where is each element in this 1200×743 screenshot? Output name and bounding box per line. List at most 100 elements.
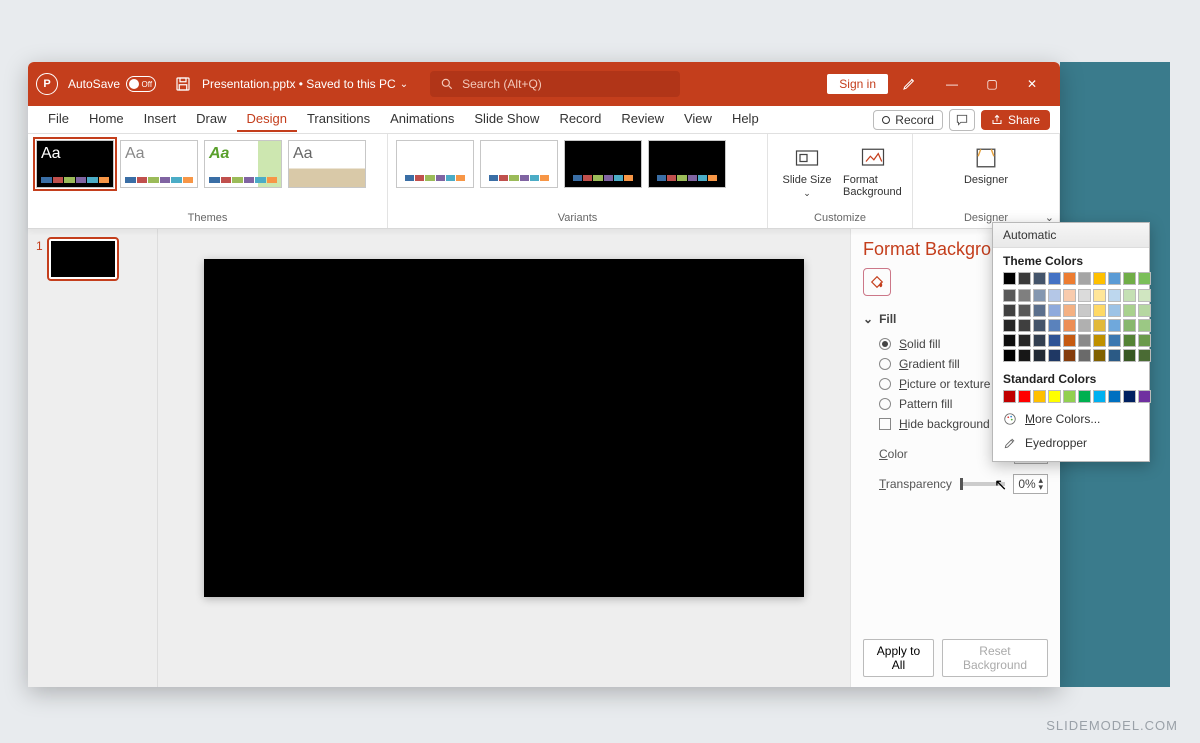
color-swatch[interactable] — [1078, 272, 1091, 285]
color-swatch[interactable] — [1063, 289, 1076, 302]
signin-button[interactable]: Sign in — [827, 74, 888, 94]
color-swatch[interactable] — [1123, 289, 1136, 302]
tab-design[interactable]: Design — [237, 107, 297, 132]
eyedropper-button[interactable]: Eyedropper — [993, 431, 1149, 455]
transparency-input[interactable]: 0%▴▾ — [1013, 474, 1048, 494]
color-swatch[interactable] — [1108, 390, 1121, 403]
color-swatch[interactable] — [1018, 289, 1031, 302]
color-swatch[interactable] — [1078, 334, 1091, 347]
transparency-slider[interactable] — [960, 482, 1005, 486]
color-swatch[interactable] — [1093, 272, 1106, 285]
tab-slide-show[interactable]: Slide Show — [464, 107, 549, 132]
designer-button[interactable]: Designer — [956, 140, 1016, 186]
variant-thumb[interactable] — [648, 140, 726, 188]
color-swatch[interactable] — [1048, 304, 1061, 317]
color-swatch[interactable] — [1123, 390, 1136, 403]
color-swatch[interactable] — [1108, 304, 1121, 317]
tab-draw[interactable]: Draw — [186, 107, 236, 132]
color-swatch[interactable] — [1078, 319, 1091, 332]
minimize-button[interactable]: — — [932, 69, 972, 99]
color-swatch[interactable] — [1063, 334, 1076, 347]
color-swatch[interactable] — [1063, 304, 1076, 317]
color-swatch[interactable] — [1138, 289, 1151, 302]
title-chevron-icon[interactable]: ⌄ — [400, 79, 408, 90]
color-swatch[interactable] — [1048, 334, 1061, 347]
color-swatch[interactable] — [1063, 319, 1076, 332]
color-swatch[interactable] — [1093, 304, 1106, 317]
color-swatch[interactable] — [1018, 334, 1031, 347]
color-swatch[interactable] — [1123, 349, 1136, 362]
close-button[interactable]: ✕ — [1012, 69, 1052, 99]
color-swatch[interactable] — [1093, 334, 1106, 347]
tab-transitions[interactable]: Transitions — [297, 107, 380, 132]
color-swatch[interactable] — [1003, 349, 1016, 362]
color-swatch[interactable] — [1018, 272, 1031, 285]
color-swatch[interactable] — [1093, 390, 1106, 403]
color-swatch[interactable] — [1108, 334, 1121, 347]
theme-thumb[interactable]: Aa — [120, 140, 198, 188]
color-swatch[interactable] — [1093, 289, 1106, 302]
color-swatch[interactable] — [1138, 334, 1151, 347]
save-icon[interactable] — [174, 75, 192, 93]
color-swatch[interactable] — [1108, 319, 1121, 332]
color-swatch[interactable] — [1003, 319, 1016, 332]
color-swatch[interactable] — [1108, 272, 1121, 285]
theme-thumb[interactable]: Aa — [204, 140, 282, 188]
color-swatch[interactable] — [1078, 390, 1091, 403]
record-button[interactable]: Record — [873, 110, 943, 130]
variant-thumb[interactable] — [396, 140, 474, 188]
color-swatch[interactable] — [1078, 349, 1091, 362]
color-swatch[interactable] — [1063, 349, 1076, 362]
color-swatch[interactable] — [1018, 304, 1031, 317]
tab-file[interactable]: File — [38, 107, 79, 132]
search-input[interactable]: Search (Alt+Q) — [430, 71, 680, 97]
tab-review[interactable]: Review — [611, 107, 674, 132]
theme-thumb-current[interactable]: Aa — [36, 140, 114, 188]
variant-thumb[interactable] — [480, 140, 558, 188]
color-swatch[interactable] — [1093, 319, 1106, 332]
maximize-button[interactable]: ▢ — [972, 69, 1012, 99]
pen-icon[interactable] — [902, 75, 918, 94]
color-swatch[interactable] — [1033, 390, 1046, 403]
variant-thumb[interactable] — [564, 140, 642, 188]
color-swatch[interactable] — [1033, 304, 1046, 317]
color-swatch[interactable] — [1048, 390, 1061, 403]
color-swatch[interactable] — [1108, 289, 1121, 302]
autosave-toggle[interactable]: AutoSave Off — [68, 76, 156, 92]
tab-home[interactable]: Home — [79, 107, 134, 132]
color-swatch[interactable] — [1018, 349, 1031, 362]
tab-record[interactable]: Record — [549, 107, 611, 132]
color-swatch[interactable] — [1123, 304, 1136, 317]
color-swatch[interactable] — [1033, 334, 1046, 347]
color-swatch[interactable] — [1033, 272, 1046, 285]
tab-view[interactable]: View — [674, 107, 722, 132]
automatic-color-button[interactable]: Automatic — [993, 223, 1149, 248]
color-swatch[interactable] — [1003, 289, 1016, 302]
color-swatch[interactable] — [1003, 390, 1016, 403]
color-swatch[interactable] — [1018, 319, 1031, 332]
apply-to-all-button[interactable]: Apply to All — [863, 639, 934, 677]
color-swatch[interactable] — [1033, 349, 1046, 362]
color-swatch[interactable] — [1123, 272, 1136, 285]
color-swatch[interactable] — [1033, 289, 1046, 302]
slide-size-button[interactable]: Slide Size⌄ — [777, 140, 837, 199]
document-title[interactable]: Presentation.pptx • Saved to this PC — [202, 77, 396, 91]
reset-background-button[interactable]: Reset Background — [942, 639, 1048, 677]
color-swatch[interactable] — [1093, 349, 1106, 362]
color-swatch[interactable] — [1018, 390, 1031, 403]
more-colors-button[interactable]: More Colors... — [993, 407, 1149, 431]
tab-insert[interactable]: Insert — [134, 107, 187, 132]
autosave-switch[interactable]: Off — [126, 76, 156, 92]
slide-thumb-1[interactable] — [49, 239, 117, 279]
color-swatch[interactable] — [1138, 304, 1151, 317]
color-swatch[interactable] — [1063, 272, 1076, 285]
color-swatch[interactable] — [1123, 319, 1136, 332]
color-swatch[interactable] — [1003, 272, 1016, 285]
slide-canvas[interactable] — [204, 259, 804, 597]
share-button[interactable]: Share — [981, 110, 1050, 130]
color-swatch[interactable] — [1123, 334, 1136, 347]
color-swatch[interactable] — [1108, 349, 1121, 362]
color-swatch[interactable] — [1138, 390, 1151, 403]
color-swatch[interactable] — [1033, 319, 1046, 332]
color-swatch[interactable] — [1003, 304, 1016, 317]
